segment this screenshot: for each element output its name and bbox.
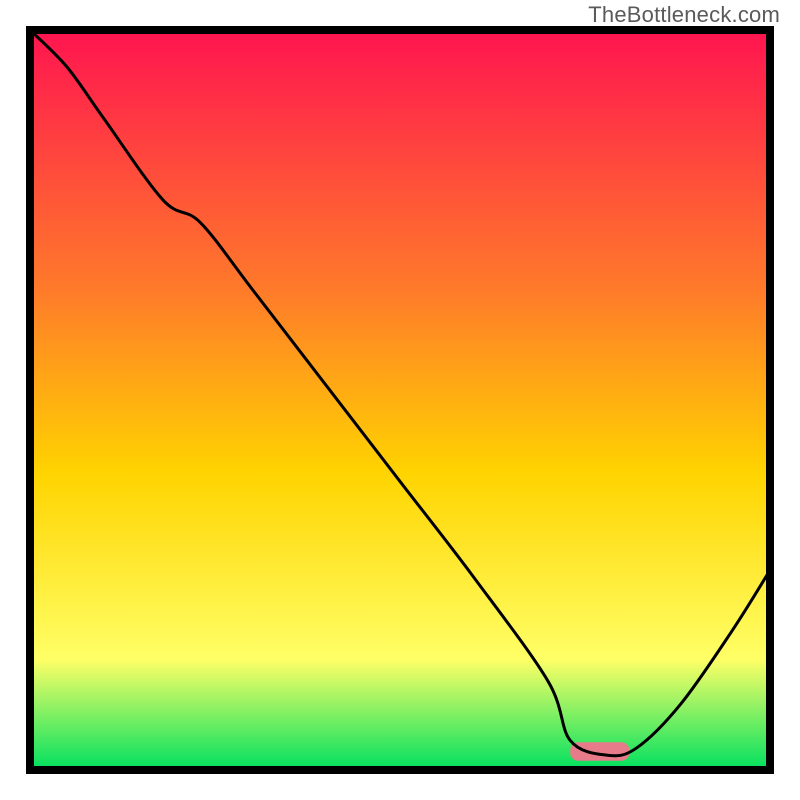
watermark-text: TheBottleneck.com (588, 2, 780, 28)
gradient-background (30, 30, 770, 770)
optimum-marker (570, 742, 629, 761)
chart-container: { "watermark": "TheBottleneck.com", "cha… (0, 0, 800, 800)
bottleneck-chart (0, 0, 800, 800)
plot-area (30, 30, 770, 770)
